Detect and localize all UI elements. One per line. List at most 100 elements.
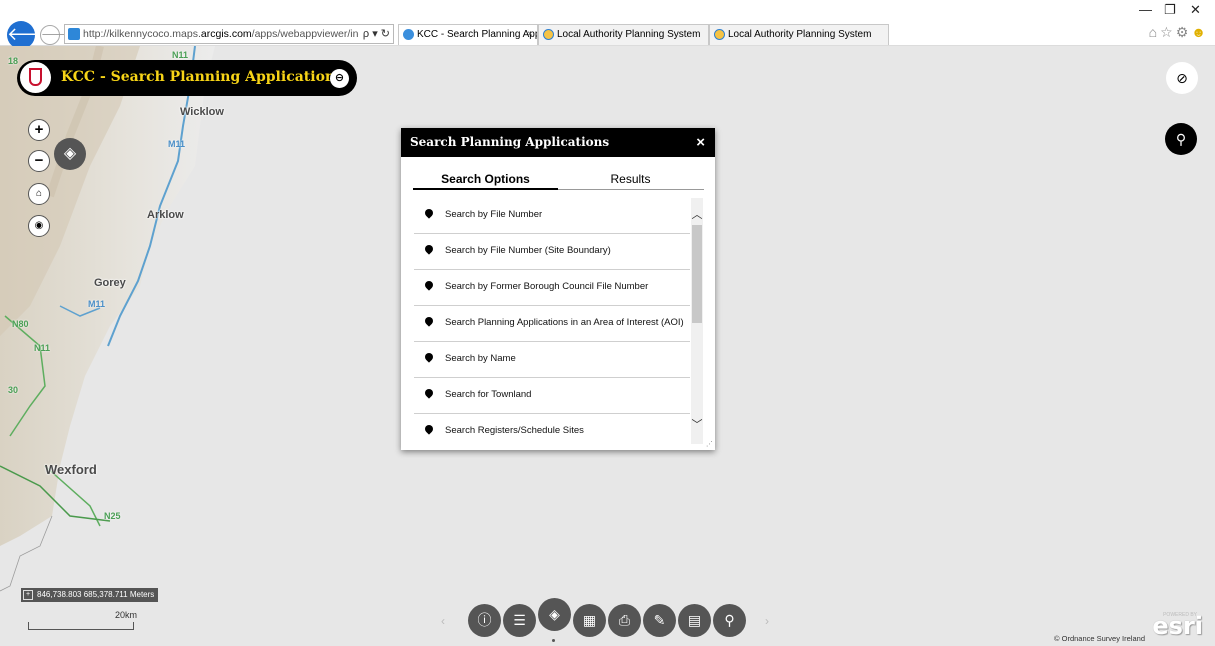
item-label: Search for Townland — [445, 389, 532, 400]
scrollbar-thumb[interactable] — [692, 225, 702, 323]
search-planning-panel: Search Planning Applications × Search Op… — [401, 128, 715, 450]
item-label: Search by File Number — [445, 209, 543, 220]
place-label: Wicklow — [180, 106, 224, 118]
panel-header: Search Planning Applications × — [401, 128, 715, 157]
browser-toolbar-icons: ⌂☆⚙☻ — [1149, 24, 1209, 41]
map-pin-icon — [423, 243, 435, 255]
list-item[interactable]: Search Planning Applications in an Area … — [414, 306, 690, 342]
coordinate-readout: + 846,738.803 685,378.711 Meters — [21, 588, 159, 602]
star-icon[interactable]: ☆ — [1160, 24, 1176, 40]
map-pin-icon — [423, 315, 435, 327]
layers-icon[interactable]: ◈ — [54, 138, 86, 170]
smiley-icon[interactable]: ☻ — [1191, 24, 1209, 40]
search-icon[interactable]: ⚲ — [713, 604, 746, 637]
tab-label: KCC - Search Planning Appl... — [417, 29, 538, 40]
scroll-down-icon[interactable]: ﹀ — [691, 416, 703, 432]
list-item[interactable]: Search by Former Borough Council File Nu… — [414, 270, 690, 306]
road-label: N25 — [104, 511, 121, 521]
close-icon[interactable]: × — [696, 128, 705, 157]
print-icon[interactable]: ⎙ — [608, 604, 641, 637]
tab-label: Local Authority Planning System — [557, 29, 701, 40]
esri-logo[interactable]: esri — [1152, 612, 1203, 640]
hide-icon[interactable]: ⊘ — [1166, 62, 1198, 94]
crosshair-icon[interactable]: + — [23, 590, 33, 600]
link-icon[interactable]: ⊖ — [330, 69, 349, 88]
address-bar[interactable]: http://kilkennycoco.maps.arcgis.com/apps… — [64, 24, 394, 44]
map-view[interactable]: Wicklow Arklow Gorey Wexford N11 M11 M11… — [0, 46, 1215, 646]
restore-icon[interactable]: ❐ — [1164, 2, 1176, 18]
basemap-icon[interactable]: ▦ — [573, 604, 606, 637]
scroll-up-icon[interactable]: ︿ — [691, 206, 703, 222]
gear-icon[interactable]: ⚙ — [1176, 24, 1192, 40]
attribute-table-icon[interactable]: ▤ — [678, 604, 711, 637]
active-indicator — [552, 639, 555, 642]
toolbar-prev-icon[interactable]: ‹ — [441, 614, 445, 628]
ie-favicon-icon — [543, 29, 554, 40]
coordinates-text: 846,738.803 685,378.711 Meters — [37, 590, 155, 599]
tab-favicon-icon — [403, 29, 414, 40]
item-label: Search Registers/Schedule Sites — [445, 425, 584, 436]
place-label: Gorey — [94, 277, 126, 289]
url-path: /apps/webappviewer/inde› — [251, 28, 374, 40]
ie-favicon-icon — [714, 29, 725, 40]
close-window-icon[interactable]: ✕ — [1190, 2, 1201, 18]
list-item[interactable]: Search for Townland — [414, 378, 690, 414]
tab-kcc-search[interactable]: KCC - Search Planning Appl... × — [398, 24, 538, 45]
zoom-in-button[interactable]: + — [28, 119, 50, 141]
item-label: Search Planning Applications in an Area … — [445, 317, 684, 328]
list-item[interactable]: Search by Name — [414, 342, 690, 378]
toolbar-next-icon[interactable]: › — [765, 614, 769, 628]
list-item[interactable]: Search Registers/Schedule Sites — [414, 414, 690, 444]
list-item[interactable]: Search by File Number — [414, 198, 690, 234]
minimize-icon[interactable]: — — [1139, 2, 1152, 17]
address-search-refresh-icons[interactable]: ρ ▾ ↻ — [358, 25, 390, 43]
search-options-list: Search by File Number Search by File Num… — [414, 198, 690, 444]
resize-grip-icon[interactable]: ⋰ — [706, 440, 713, 448]
road-label: 30 — [8, 385, 19, 395]
scale-bar — [28, 622, 134, 630]
tab-close-icon[interactable]: × — [527, 25, 533, 45]
scale-label: 20km — [115, 610, 138, 620]
tab-search-options[interactable]: Search Options — [413, 172, 558, 190]
home-view-icon[interactable]: ⌂ — [28, 183, 50, 205]
search-widget-icon[interactable]: ⚲ — [1165, 123, 1197, 155]
item-label: Search by Former Borough Council File Nu… — [445, 281, 649, 292]
layers-icon[interactable]: ◈ — [538, 598, 571, 631]
tab-results[interactable]: Results — [558, 172, 703, 190]
road-label: N80 — [12, 319, 29, 329]
road-label: N11 — [34, 343, 51, 353]
back-button[interactable]: 🡐 — [7, 21, 55, 49]
county-crest-logo — [20, 62, 51, 93]
map-attribution: © Ordnance Survey Ireland — [1054, 634, 1145, 643]
road-label: M11 — [168, 139, 186, 149]
site-favicon-icon — [68, 28, 80, 40]
widget-toolbar: ‹ ⓘ ☰ ◈ ▦ ⎙ ✎ ▤ ⚲ › — [433, 598, 783, 642]
tab-local-authority-2[interactable]: Local Authority Planning System — [709, 24, 889, 45]
list-item[interactable]: Search by File Number (Site Boundary) — [414, 234, 690, 270]
tab-label: Local Authority Planning System — [728, 29, 872, 40]
map-pin-icon — [423, 351, 435, 363]
road-label: N11 — [172, 50, 189, 60]
map-pin-icon — [423, 387, 435, 399]
app-header: KCC - Search Planning Applications ⊖ — [17, 60, 357, 96]
zoom-out-button[interactable]: − — [28, 150, 50, 172]
measure-icon[interactable]: ✎ — [643, 604, 676, 637]
item-label: Search by File Number (Site Boundary) — [445, 245, 611, 256]
map-pin-icon — [423, 423, 435, 435]
road-label: 18 — [8, 56, 19, 66]
tab-local-authority-1[interactable]: Local Authority Planning System — [538, 24, 709, 45]
map-pin-icon — [423, 207, 435, 219]
legend-icon[interactable]: ☰ — [503, 604, 536, 637]
info-icon[interactable]: ⓘ — [468, 604, 501, 637]
panel-title: Search Planning Applications — [410, 135, 610, 149]
forward-button[interactable]: 🡒 — [40, 25, 71, 45]
url-prefix: http://kilkennycoco.maps. — [83, 28, 201, 40]
home-icon[interactable]: ⌂ — [1149, 24, 1160, 40]
url-host: arcgis.com — [200, 28, 252, 40]
list-scrollbar[interactable]: ︿ ﹀ — [691, 198, 703, 444]
place-label: Arklow — [147, 209, 184, 221]
app-title: KCC - Search Planning Applications — [61, 69, 343, 85]
item-label: Search by Name — [445, 353, 516, 364]
my-location-icon[interactable]: ◉ — [28, 215, 50, 237]
place-label: Wexford — [45, 462, 97, 477]
